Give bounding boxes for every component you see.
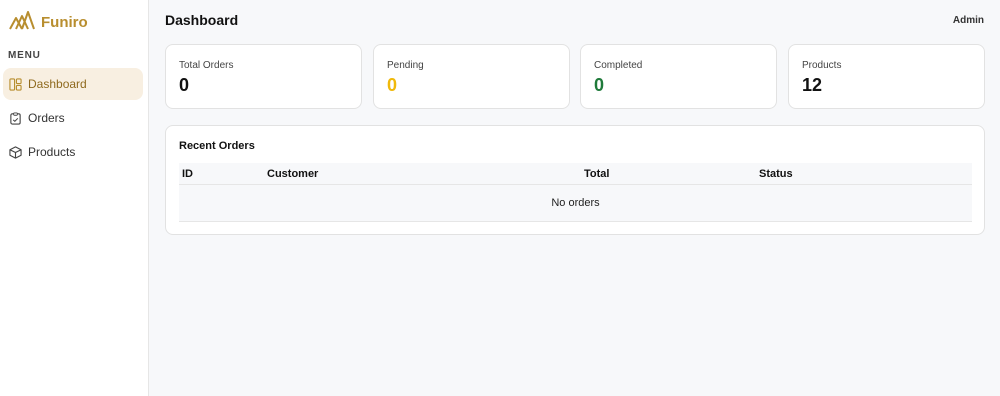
user-menu[interactable]: Admin (953, 15, 984, 26)
stat-card-total-orders: Total Orders 0 (165, 44, 362, 109)
sidebar: Funiro MENU Dashboard Orders Products (0, 0, 149, 396)
stat-value: 0 (179, 75, 190, 95)
menu-heading: MENU (8, 50, 41, 61)
stat-label: Pending (387, 60, 424, 71)
column-header-id: ID (182, 168, 193, 180)
funiro-logo-icon (9, 10, 35, 35)
sidebar-item-dashboard[interactable]: Dashboard (3, 68, 143, 100)
stat-label: Products (802, 60, 842, 71)
sidebar-item-label: Products (28, 145, 76, 159)
stat-card-completed: Completed 0 (580, 44, 777, 109)
column-header-customer: Customer (267, 168, 319, 180)
sidebar-item-label: Orders (28, 111, 65, 125)
brand-name: Funiro (41, 13, 88, 31)
clipboard-icon (9, 111, 22, 125)
stat-card-pending: Pending 0 (373, 44, 570, 109)
orders-table: ID Customer Total Status No orders (179, 163, 972, 222)
stat-card-products: Products 12 (788, 44, 985, 109)
box-icon (9, 145, 22, 159)
sidebar-item-orders[interactable]: Orders (3, 102, 143, 134)
stat-label: Total Orders (179, 60, 234, 71)
dashboard-icon (9, 77, 22, 91)
stat-value: 0 (387, 75, 398, 95)
recent-orders-card: Recent Orders ID Customer Total Status N… (165, 125, 985, 235)
column-header-status: Status (759, 168, 793, 180)
table-header: ID Customer Total Status (179, 163, 972, 185)
empty-state-text: No orders (551, 197, 600, 209)
column-header-total: Total (584, 168, 610, 180)
stat-label: Completed (594, 60, 643, 71)
brand[interactable]: Funiro (9, 10, 88, 35)
sidebar-item-products[interactable]: Products (3, 136, 143, 168)
page-title: Dashboard (165, 12, 239, 28)
empty-state-row: No orders (179, 185, 972, 222)
recent-orders-title: Recent Orders (179, 140, 255, 152)
stat-value: 12 (802, 75, 823, 95)
sidebar-item-label: Dashboard (28, 77, 87, 91)
stat-value: 0 (594, 75, 605, 95)
